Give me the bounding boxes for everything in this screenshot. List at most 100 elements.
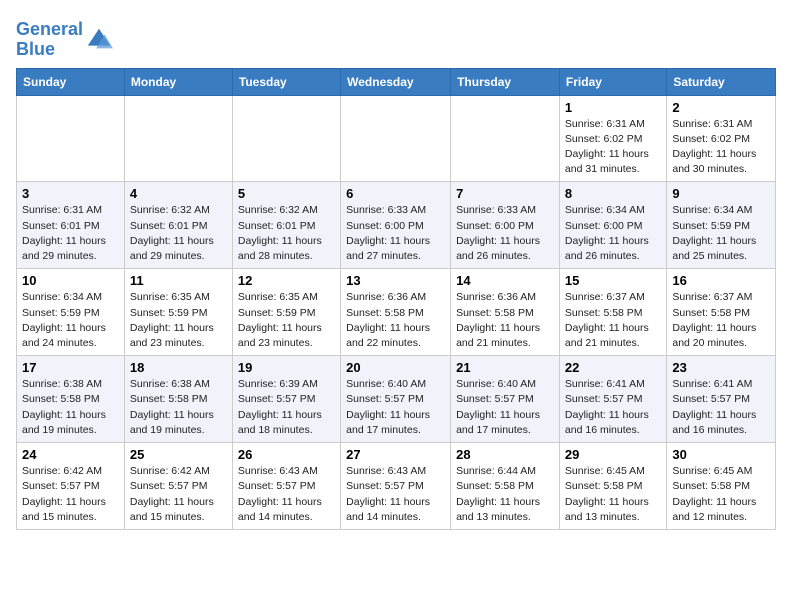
day-info: Sunrise: 6:37 AMSunset: 5:58 PMDaylight:… bbox=[672, 290, 770, 351]
calendar-cell: 5 Sunrise: 6:32 AMSunset: 6:01 PMDaylight… bbox=[232, 182, 340, 269]
week-row-5: 24 Sunrise: 6:42 AMSunset: 5:57 PMDayligh… bbox=[17, 443, 776, 530]
calendar-cell: 28Sunrise: 6:44 AMSunset: 5:58 PMDayligh… bbox=[451, 443, 560, 530]
day-info: Sunrise: 6:36 AMSunset: 5:58 PMDaylight:… bbox=[456, 290, 554, 351]
calendar-cell bbox=[124, 95, 232, 182]
day-number: 2 bbox=[672, 100, 770, 115]
day-info: Sunrise: 6:34 AMSunset: 6:00 PMDaylight:… bbox=[565, 203, 661, 264]
day-number: 5 bbox=[238, 186, 335, 201]
day-info: Sunrise: 6:32 AMSunset: 6:01 PMDaylight:… bbox=[238, 203, 335, 264]
weekday-friday: Friday bbox=[559, 68, 666, 95]
calendar-cell: 15 Sunrise: 6:37 AMSunset: 5:58 PMDayligh… bbox=[559, 269, 666, 356]
day-number: 17 bbox=[22, 360, 119, 375]
week-row-3: 10Sunrise: 6:34 AMSunset: 5:59 PMDayligh… bbox=[17, 269, 776, 356]
day-info: Sunrise: 6:37 AMSunset: 5:58 PMDaylight:… bbox=[565, 290, 661, 351]
calendar-cell bbox=[341, 95, 451, 182]
day-number: 24 bbox=[22, 447, 119, 462]
calendar-cell: 19 Sunrise: 6:39 AMSunset: 5:57 PMDayligh… bbox=[232, 356, 340, 443]
day-info: Sunrise: 6:40 AMSunset: 5:57 PMDaylight:… bbox=[456, 377, 554, 438]
day-number: 28 bbox=[456, 447, 554, 462]
calendar-cell: 4Sunrise: 6:32 AMSunset: 6:01 PMDaylight… bbox=[124, 182, 232, 269]
calendar-cell: 1Sunrise: 6:31 AMSunset: 6:02 PMDaylight… bbox=[559, 95, 666, 182]
day-number: 7 bbox=[456, 186, 554, 201]
day-info: Sunrise: 6:33 AMSunset: 6:00 PMDaylight:… bbox=[456, 203, 554, 264]
day-number: 3 bbox=[22, 186, 119, 201]
week-row-2: 3 Sunrise: 6:31 AMSunset: 6:01 PMDaylight… bbox=[17, 182, 776, 269]
calendar-cell: 11 Sunrise: 6:35 AMSunset: 5:59 PMDayligh… bbox=[124, 269, 232, 356]
day-number: 30 bbox=[672, 447, 770, 462]
day-number: 15 bbox=[565, 273, 661, 288]
weekday-wednesday: Wednesday bbox=[341, 68, 451, 95]
logo-text: GeneralBlue bbox=[16, 20, 83, 60]
day-number: 1 bbox=[565, 100, 661, 115]
calendar-cell: 9 Sunrise: 6:34 AMSunset: 5:59 PMDaylight… bbox=[667, 182, 776, 269]
weekday-saturday: Saturday bbox=[667, 68, 776, 95]
calendar-cell: 18 Sunrise: 6:38 AMSunset: 5:58 PMDayligh… bbox=[124, 356, 232, 443]
calendar-cell: 27 Sunrise: 6:43 AMSunset: 5:57 PMDayligh… bbox=[341, 443, 451, 530]
day-number: 27 bbox=[346, 447, 445, 462]
day-number: 12 bbox=[238, 273, 335, 288]
day-number: 25 bbox=[130, 447, 227, 462]
weekday-header-row: SundayMondayTuesdayWednesdayThursdayFrid… bbox=[17, 68, 776, 95]
day-number: 21 bbox=[456, 360, 554, 375]
day-number: 10 bbox=[22, 273, 119, 288]
week-row-4: 17 Sunrise: 6:38 AMSunset: 5:58 PMDayligh… bbox=[17, 356, 776, 443]
day-info: Sunrise: 6:32 AMSunset: 6:01 PMDaylight:… bbox=[130, 203, 227, 264]
calendar-cell: 25 Sunrise: 6:42 AMSunset: 5:57 PMDayligh… bbox=[124, 443, 232, 530]
day-number: 23 bbox=[672, 360, 770, 375]
day-number: 19 bbox=[238, 360, 335, 375]
day-info: Sunrise: 6:45 AMSunset: 5:58 PMDaylight:… bbox=[565, 464, 661, 525]
day-number: 20 bbox=[346, 360, 445, 375]
day-info: Sunrise: 6:38 AMSunset: 5:58 PMDaylight:… bbox=[130, 377, 227, 438]
calendar-body: 1 Sunrise: 6:31 AMSunset: 6:02 PMDaylight… bbox=[17, 95, 776, 529]
weekday-sunday: Sunday bbox=[17, 68, 125, 95]
calendar-cell: 16Sunrise: 6:37 AMSunset: 5:58 PMDayligh… bbox=[667, 269, 776, 356]
calendar-cell: 30 Sunrise: 6:45 AMSunset: 5:58 PMDayligh… bbox=[667, 443, 776, 530]
day-info: Sunrise: 6:38 AMSunset: 5:58 PMDaylight:… bbox=[22, 377, 119, 438]
day-info: Sunrise: 6:31 AMSunset: 6:01 PMDaylight:… bbox=[22, 203, 119, 264]
day-info: Sunrise: 6:35 AMSunset: 5:59 PMDaylight:… bbox=[130, 290, 227, 351]
day-number: 14 bbox=[456, 273, 554, 288]
day-number: 26 bbox=[238, 447, 335, 462]
page-header: GeneralBlue bbox=[16, 16, 776, 60]
calendar-cell: 17 Sunrise: 6:38 AMSunset: 5:58 PMDayligh… bbox=[17, 356, 125, 443]
day-number: 11 bbox=[130, 273, 227, 288]
weekday-thursday: Thursday bbox=[451, 68, 560, 95]
day-info: Sunrise: 6:39 AMSunset: 5:57 PMDaylight:… bbox=[238, 377, 335, 438]
week-row-1: 1 Sunrise: 6:31 AMSunset: 6:02 PMDaylight… bbox=[17, 95, 776, 182]
calendar-cell bbox=[17, 95, 125, 182]
day-info: Sunrise: 6:41 AMSunset: 5:57 PMDaylight:… bbox=[672, 377, 770, 438]
day-number: 22 bbox=[565, 360, 661, 375]
day-info: Sunrise: 6:42 AMSunset: 5:57 PMDaylight:… bbox=[22, 464, 119, 525]
calendar-cell bbox=[232, 95, 340, 182]
calendar-cell: 22Sunrise: 6:41 AMSunset: 5:57 PMDayligh… bbox=[559, 356, 666, 443]
day-info: Sunrise: 6:43 AMSunset: 5:57 PMDaylight:… bbox=[346, 464, 445, 525]
day-number: 18 bbox=[130, 360, 227, 375]
day-info: Sunrise: 6:31 AMSunset: 6:02 PMDaylight:… bbox=[672, 117, 770, 178]
calendar-cell: 23 Sunrise: 6:41 AMSunset: 5:57 PMDayligh… bbox=[667, 356, 776, 443]
day-info: Sunrise: 6:45 AMSunset: 5:58 PMDaylight:… bbox=[672, 464, 770, 525]
calendar-cell: 3 Sunrise: 6:31 AMSunset: 6:01 PMDaylight… bbox=[17, 182, 125, 269]
day-info: Sunrise: 6:34 AMSunset: 5:59 PMDaylight:… bbox=[672, 203, 770, 264]
calendar-cell: 10Sunrise: 6:34 AMSunset: 5:59 PMDayligh… bbox=[17, 269, 125, 356]
calendar-cell: 2 Sunrise: 6:31 AMSunset: 6:02 PMDaylight… bbox=[667, 95, 776, 182]
calendar-cell: 26 Sunrise: 6:43 AMSunset: 5:57 PMDayligh… bbox=[232, 443, 340, 530]
calendar-cell: 24 Sunrise: 6:42 AMSunset: 5:57 PMDayligh… bbox=[17, 443, 125, 530]
logo-icon bbox=[85, 26, 113, 54]
day-info: Sunrise: 6:35 AMSunset: 5:59 PMDaylight:… bbox=[238, 290, 335, 351]
day-number: 13 bbox=[346, 273, 445, 288]
calendar-cell: 14 Sunrise: 6:36 AMSunset: 5:58 PMDayligh… bbox=[451, 269, 560, 356]
day-info: Sunrise: 6:42 AMSunset: 5:57 PMDaylight:… bbox=[130, 464, 227, 525]
calendar-cell: 7 Sunrise: 6:33 AMSunset: 6:00 PMDaylight… bbox=[451, 182, 560, 269]
weekday-monday: Monday bbox=[124, 68, 232, 95]
calendar-table: SundayMondayTuesdayWednesdayThursdayFrid… bbox=[16, 68, 776, 530]
day-info: Sunrise: 6:43 AMSunset: 5:57 PMDaylight:… bbox=[238, 464, 335, 525]
day-number: 29 bbox=[565, 447, 661, 462]
day-number: 6 bbox=[346, 186, 445, 201]
calendar-cell: 21 Sunrise: 6:40 AMSunset: 5:57 PMDayligh… bbox=[451, 356, 560, 443]
calendar-cell bbox=[451, 95, 560, 182]
day-info: Sunrise: 6:33 AMSunset: 6:00 PMDaylight:… bbox=[346, 203, 445, 264]
logo: GeneralBlue bbox=[16, 20, 113, 60]
day-number: 9 bbox=[672, 186, 770, 201]
calendar-cell: 29 Sunrise: 6:45 AMSunset: 5:58 PMDayligh… bbox=[559, 443, 666, 530]
calendar-cell: 20Sunrise: 6:40 AMSunset: 5:57 PMDayligh… bbox=[341, 356, 451, 443]
